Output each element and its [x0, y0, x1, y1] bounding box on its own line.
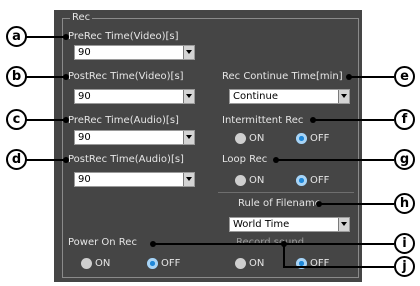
loop-on-label: ON — [249, 175, 265, 186]
postrec-video-value: 90 — [78, 91, 91, 102]
chevron-down-icon[interactable] — [183, 90, 194, 103]
chevron-down-icon[interactable] — [183, 131, 194, 144]
callout-line-f — [312, 119, 394, 121]
callout-badge-j: j — [394, 256, 415, 277]
power-on-rec-label: Power On Rec — [68, 237, 137, 248]
power-on-off-radio[interactable] — [147, 258, 158, 269]
callout-line-g — [275, 159, 394, 161]
callout-line-i — [152, 243, 394, 245]
callout-line-e — [348, 76, 394, 78]
prerec-video-value: 90 — [78, 47, 91, 58]
loop-off-radio[interactable] — [296, 175, 307, 186]
loop-off-label: OFF — [310, 175, 330, 186]
rec-continue-select[interactable]: Continue — [229, 89, 350, 104]
callout-dot-a — [63, 34, 69, 40]
callout-badge-i: i — [394, 233, 415, 254]
postrec-audio-value: 90 — [78, 174, 91, 185]
callout-line-a — [26, 36, 68, 38]
callout-dot-h — [316, 201, 322, 207]
rule-filename-select[interactable]: World Time — [229, 217, 350, 232]
callout-dot-d — [63, 157, 69, 163]
callout-dot-f — [310, 117, 316, 123]
callout-line-h — [318, 203, 394, 205]
postrec-video-label: PostRec Time(Video)[s] — [68, 71, 184, 82]
divider — [218, 192, 354, 193]
record-sound-on-label: ON — [249, 258, 265, 269]
rule-filename-label: Rule of Filename — [238, 198, 321, 209]
power-on-off-label: OFF — [161, 258, 181, 269]
callout-dot-g — [273, 157, 279, 163]
callout-badge-d: d — [6, 149, 27, 170]
record-sound-on-radio[interactable] — [235, 258, 246, 269]
intermittent-on-label: ON — [249, 133, 265, 144]
callout-badge-f: f — [394, 109, 415, 130]
callout-line-b — [26, 76, 68, 78]
callout-line-d — [26, 159, 68, 161]
postrec-video-select[interactable]: 90 — [74, 89, 195, 104]
callout-dot-e — [346, 74, 352, 80]
callout-dot-i — [150, 241, 156, 247]
callout-badge-b: b — [6, 66, 27, 87]
prerec-audio-value: 90 — [78, 132, 91, 143]
chevron-down-icon[interactable] — [183, 46, 194, 59]
prerec-audio-label: PreRec Time(Audio)[s] — [68, 115, 179, 126]
chevron-down-icon[interactable] — [338, 218, 349, 231]
intermittent-rec-label: Intermittent Rec — [222, 115, 304, 126]
power-on-on-radio[interactable] — [81, 258, 92, 269]
callout-dot-j — [281, 241, 287, 247]
chevron-down-icon[interactable] — [183, 173, 194, 186]
callout-badge-g: g — [394, 149, 415, 170]
prerec-audio-select[interactable]: 90 — [74, 130, 195, 145]
rec-continue-label: Rec Continue Time[min] — [222, 71, 343, 82]
rec-continue-value: Continue — [233, 91, 278, 102]
loop-rec-label: Loop Rec — [222, 154, 268, 165]
callout-line-c — [26, 119, 68, 121]
callout-badge-e: e — [394, 66, 415, 87]
callout-badge-h: h — [394, 193, 415, 214]
chevron-down-icon[interactable] — [338, 90, 349, 103]
intermittent-on-radio[interactable] — [235, 133, 246, 144]
callout-line-j — [283, 266, 394, 268]
postrec-audio-select[interactable]: 90 — [74, 172, 195, 187]
callout-badge-a: a — [6, 26, 27, 47]
intermittent-off-radio[interactable] — [296, 133, 307, 144]
callout-badge-c: c — [6, 109, 27, 130]
power-on-on-label: ON — [95, 258, 111, 269]
group-title: Rec — [70, 12, 93, 24]
callout-dot-c — [63, 117, 69, 123]
prerec-video-select[interactable]: 90 — [74, 45, 195, 60]
record-sound-off-label: OFF — [310, 258, 330, 269]
postrec-audio-label: PostRec Time(Audio)[s] — [68, 154, 184, 165]
callout-dot-b — [63, 74, 69, 80]
prerec-video-label: PreRec Time(Video)[s] — [68, 31, 179, 42]
rule-filename-value: World Time — [233, 219, 290, 230]
loop-on-radio[interactable] — [235, 175, 246, 186]
intermittent-off-label: OFF — [310, 133, 330, 144]
